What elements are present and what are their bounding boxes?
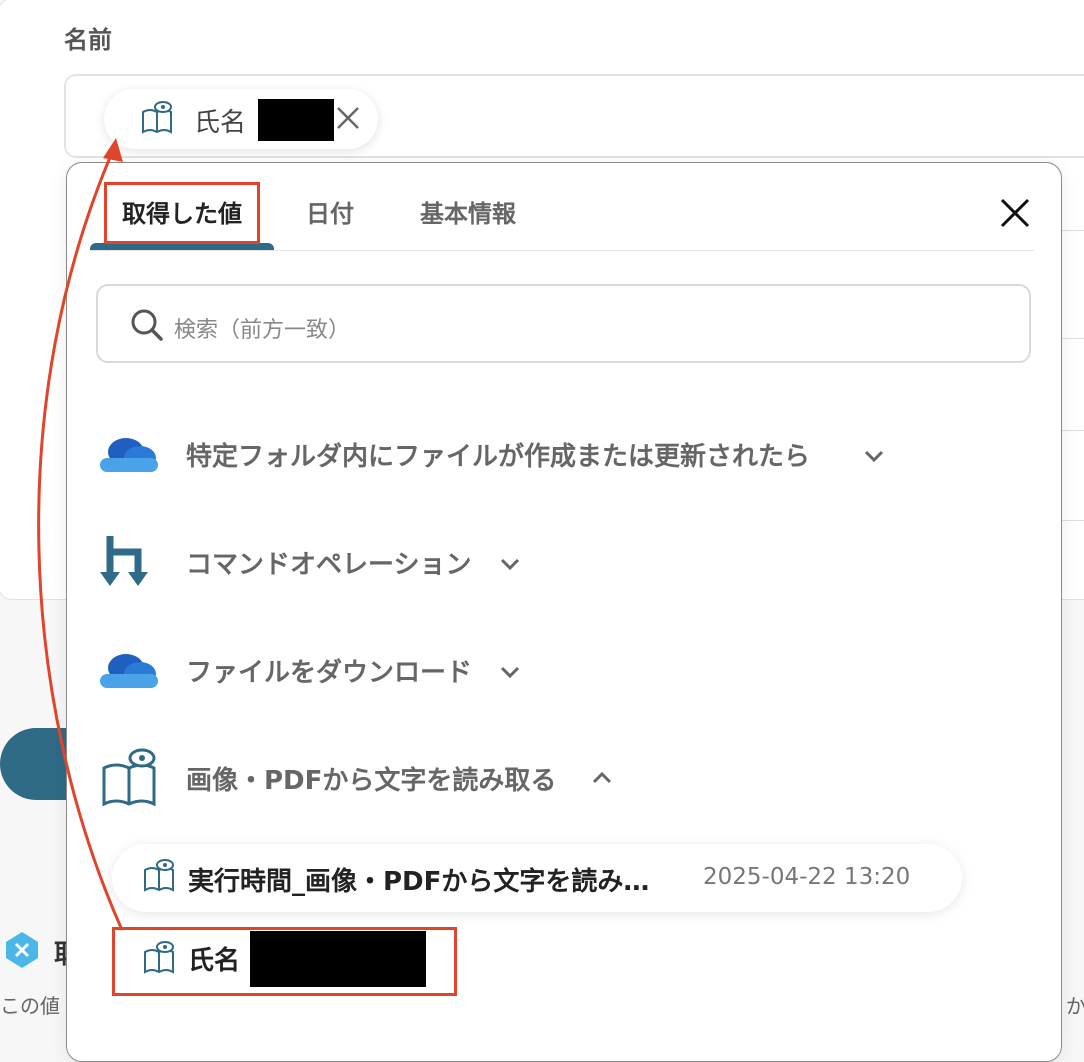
chevron-down-icon[interactable] [498, 660, 522, 684]
section-label[interactable]: コマンドオペレーション [186, 544, 471, 581]
highlight-box [104, 182, 260, 244]
divider [1060, 430, 1084, 431]
book-eye-icon [144, 859, 174, 892]
yoom-badge-icon [6, 932, 38, 968]
value-item-time: 2025-04-22 13:20 [703, 864, 911, 890]
onedrive-cloud-icon [100, 654, 158, 688]
token-label: 氏名 [194, 108, 247, 138]
section-label[interactable]: ファイルをダウンロード [186, 652, 472, 689]
divider [1060, 230, 1084, 231]
chevron-down-icon[interactable] [862, 444, 886, 468]
book-eye-icon [102, 748, 156, 807]
section-label[interactable]: 画像・PDFから文字を読み取る [186, 760, 556, 797]
search-icon [131, 309, 163, 341]
field-label: 名前 [64, 26, 112, 54]
help-text-right: か [1066, 994, 1084, 1018]
tab-basic-info[interactable]: 基本情報 [420, 194, 516, 229]
tab-date[interactable]: 日付 [306, 194, 354, 229]
book-eye-icon [142, 101, 172, 134]
section-label[interactable]: 特定フォルダ内にファイルが作成または更新されたら [186, 436, 810, 473]
command-operation-icon [100, 536, 148, 586]
onedrive-cloud-icon [100, 438, 158, 472]
tab-divider [90, 250, 1034, 251]
help-text: この値 [0, 994, 60, 1018]
search-placeholder: 検索（前方一致） [174, 318, 351, 343]
divider [1060, 338, 1084, 339]
value-item-label: 実行時間_画像・PDFから文字を読み… [188, 867, 650, 897]
highlight-box [112, 927, 457, 996]
divider [1060, 520, 1084, 521]
chevron-down-icon[interactable] [498, 552, 522, 576]
close-icon[interactable] [334, 104, 362, 132]
close-icon[interactable] [998, 196, 1032, 230]
redacted-block [258, 99, 334, 141]
chevron-up-icon[interactable] [590, 766, 614, 790]
